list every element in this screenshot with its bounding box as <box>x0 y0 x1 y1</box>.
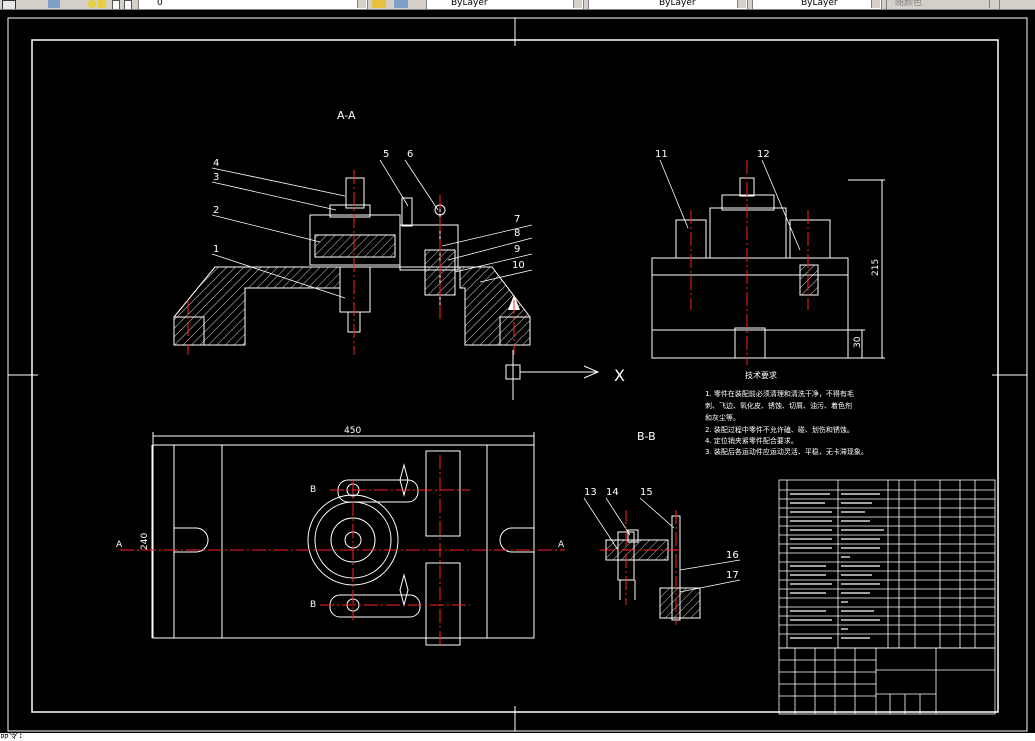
callout-2: 2 <box>213 205 219 216</box>
callout-8: 8 <box>514 228 520 239</box>
dim-215: 215 <box>871 259 881 276</box>
callout-10: 10 <box>512 260 525 271</box>
lock-icon[interactable] <box>112 0 120 9</box>
technical-requirements: 技术要求 1. 零件在装配前必须清理和清洗干净，不得有毛 刺、飞边、氧化皮、锈蚀… <box>705 370 868 456</box>
tech-req-line-2: 刺、飞边、氧化皮、锈蚀、切屑、油污、着色剂 <box>705 401 852 410</box>
command-line[interactable]: 命令: <box>0 733 1035 741</box>
color-dropdown[interactable]: ByLayer <box>426 0 584 9</box>
callout-13: 13 <box>584 487 597 498</box>
dim-450: 450 <box>344 426 361 436</box>
layer-previous-icon[interactable] <box>394 0 408 8</box>
section-bb-label: B-B <box>637 430 656 443</box>
callout-5: 5 <box>383 149 389 160</box>
lightbulb-icon[interactable] <box>88 0 96 8</box>
layer-manager-icon[interactable] <box>2 0 16 9</box>
parts-list-entries <box>790 493 884 639</box>
callout-17: 17 <box>726 570 739 581</box>
callout-4: 4 <box>213 158 219 169</box>
section-marker-a-right: A <box>558 540 565 550</box>
callout-12: 12 <box>757 149 770 160</box>
callout-1: 1 <box>213 244 219 255</box>
side-view: 11 12 215 30 <box>651 149 885 365</box>
layer-state-icon[interactable] <box>48 0 60 8</box>
chevron-down-icon[interactable] <box>989 0 998 8</box>
section-aa-label: A-A <box>337 109 356 122</box>
tech-req-line-1: 1. 零件在装配前必须清理和清洗干净，不得有毛 <box>705 389 854 398</box>
ucs-icon: X <box>505 350 625 400</box>
layer-color-icon[interactable] <box>124 0 132 9</box>
callout-7: 7 <box>514 214 520 225</box>
callout-15: 15 <box>640 487 653 498</box>
layer-dropdown-value: 0 <box>157 0 163 8</box>
section-marker-b-bottom: B <box>310 600 316 610</box>
chevron-down-icon[interactable] <box>737 0 746 8</box>
sheet-border <box>7 17 1028 732</box>
layer-dropdown[interactable]: 0 <box>138 0 368 9</box>
drawing-canvas[interactable]: A-A 4 3 2 1 5 6 7 8 9 10 11 12 215 30 X … <box>0 10 1035 733</box>
section-bb-view: B-B 13 14 15 16 17 <box>583 430 741 625</box>
cad-drawing: A-A 4 3 2 1 5 6 7 8 9 10 11 12 215 30 X … <box>7 17 1028 732</box>
tech-req-title: 技术要求 <box>745 370 777 380</box>
dim-30: 30 <box>853 336 863 348</box>
tech-req-line-6: 3. 装配后各运动件应运动灵活、平稳，无卡滞现象。 <box>705 447 868 456</box>
section-marker-a-left: A <box>116 540 123 550</box>
lineweight-dropdown[interactable]: ByLayer <box>752 0 882 9</box>
chevron-down-icon[interactable] <box>573 0 582 8</box>
callout-9: 9 <box>514 244 520 255</box>
sun-icon[interactable] <box>98 0 106 8</box>
callout-6: 6 <box>407 149 413 160</box>
title-block <box>778 647 996 715</box>
plan-view: 450 240 A A B B <box>116 426 565 646</box>
dim-240: 240 <box>140 533 150 550</box>
color-dropdown-value: ByLayer <box>451 0 488 8</box>
command-prompt: 命令: <box>0 733 24 741</box>
plotstyle-dropdown-value: 随颜色 <box>895 0 923 8</box>
make-current-layer-icon[interactable] <box>372 0 386 8</box>
axis-x-label: X <box>614 366 625 385</box>
callout-11: 11 <box>655 149 668 160</box>
chevron-down-icon[interactable] <box>871 0 880 8</box>
callout-14: 14 <box>606 487 619 498</box>
tech-req-line-5: 4. 定位销夹紧零件配合要求。 <box>705 436 798 445</box>
plotstyle-dropdown[interactable]: 随颜色 <box>886 0 1000 9</box>
parts-list-table <box>778 479 996 649</box>
linetype-dropdown[interactable]: ByLayer <box>588 0 748 9</box>
properties-toolbar: 0 ByLayer ByLayer ByLayer 随颜色 <box>0 0 1035 10</box>
callout-16: 16 <box>726 550 739 561</box>
chevron-down-icon[interactable] <box>357 0 366 8</box>
tech-req-line-4: 2. 装配过程中零件不允许磕、碰、划伤和锈蚀。 <box>705 425 854 434</box>
section-aa-view: A-A 4 3 2 1 5 6 7 8 9 10 <box>173 109 533 355</box>
lineweight-dropdown-value: ByLayer <box>801 0 838 8</box>
callout-3: 3 <box>213 172 219 183</box>
section-marker-b-top: B <box>310 485 316 495</box>
linetype-dropdown-value: ByLayer <box>659 0 696 8</box>
tech-req-line-3: 和灰尘等。 <box>705 413 740 422</box>
